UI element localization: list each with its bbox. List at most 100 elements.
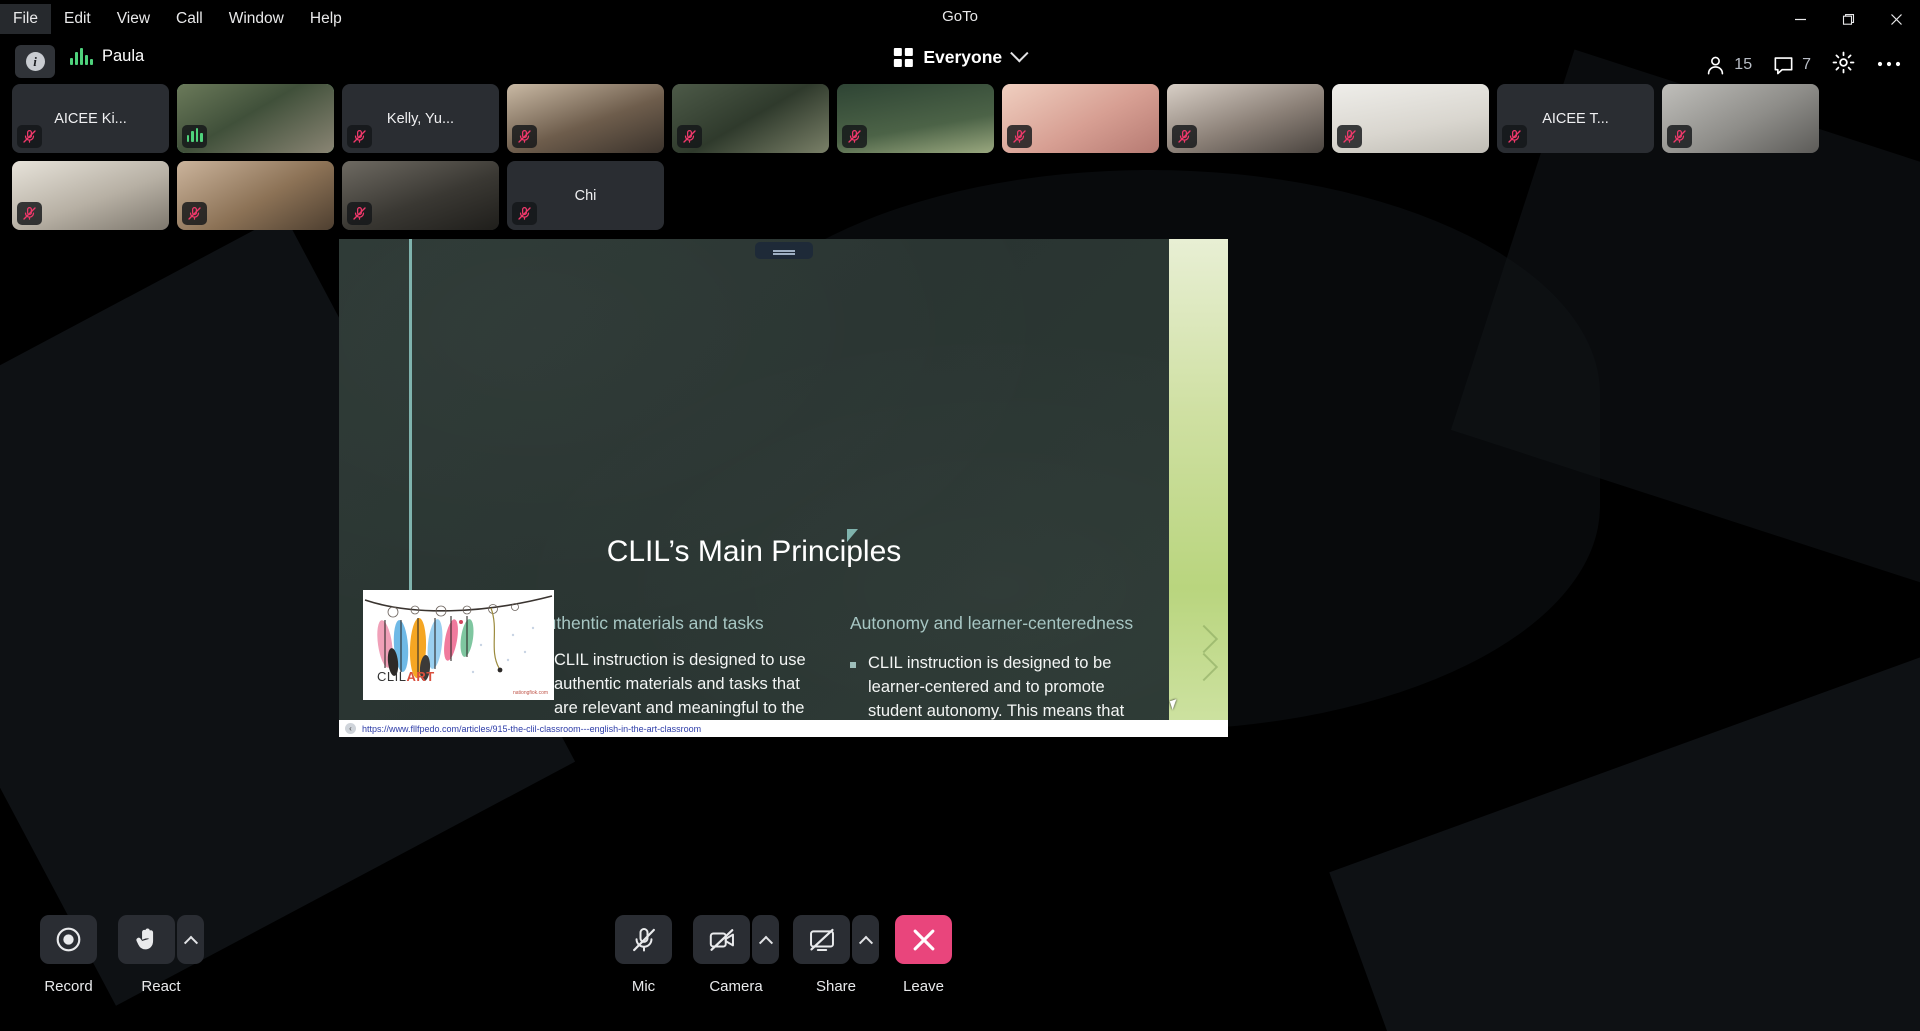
- menu-item-view[interactable]: View: [104, 4, 163, 34]
- mic-muted-badge: [1337, 125, 1362, 148]
- mic-muted-badge: [1007, 125, 1032, 148]
- close-button[interactable]: [1872, 0, 1920, 38]
- toolbar-right-actions: 15 7: [1704, 38, 1902, 92]
- share-control[interactable]: Share: [793, 915, 879, 995]
- record-icon: [56, 927, 81, 952]
- view-mode-selector[interactable]: Everyone: [893, 44, 1029, 68]
- minimize-button[interactable]: [1776, 0, 1824, 38]
- mic-off-icon: [353, 206, 366, 220]
- participant-thumbnail[interactable]: AICEE Ki...: [12, 84, 169, 153]
- menu-item-edit[interactable]: Edit: [51, 4, 104, 34]
- participant-thumbnail[interactable]: [507, 84, 664, 153]
- participant-strip[interactable]: AICEE Ki... Kelly, Yu... AICEE T... Chi: [0, 84, 1920, 230]
- menu-item-file[interactable]: File: [0, 4, 51, 34]
- gear-icon: [1832, 51, 1855, 74]
- chevron-up-icon: [183, 935, 198, 950]
- participant-thumbnail[interactable]: [1332, 84, 1489, 153]
- leave-control[interactable]: Leave: [895, 915, 952, 995]
- mic-off-icon: [518, 206, 531, 220]
- react-label: React: [141, 978, 181, 995]
- participant-thumbnail[interactable]: Chi: [507, 161, 664, 230]
- react-options-button[interactable]: [177, 915, 204, 964]
- mic-off-icon: [1013, 129, 1026, 143]
- shared-screen[interactable]: CLIL’s Main Principles Authentic materia…: [339, 239, 1228, 737]
- chevron-down-icon: [1010, 44, 1029, 63]
- camera-button[interactable]: [693, 915, 750, 964]
- menu-item-call[interactable]: Call: [163, 4, 216, 34]
- participant-thumbnail[interactable]: [342, 161, 499, 230]
- participant-thumbnail[interactable]: [837, 84, 994, 153]
- participant-thumbnail[interactable]: [1167, 84, 1324, 153]
- screen-share-drag-handle[interactable]: [754, 242, 813, 259]
- clil-art-image: nationgfiok.com CLILART: [363, 590, 554, 700]
- view-mode-label: Everyone: [923, 47, 1003, 67]
- mic-off-icon: [188, 206, 201, 220]
- camera-split-button[interactable]: [693, 915, 779, 964]
- mic-control[interactable]: Mic: [615, 915, 672, 995]
- close-icon: [1890, 13, 1902, 25]
- mic-off-icon: [848, 129, 861, 143]
- minimize-icon: [1794, 18, 1806, 20]
- mic-button[interactable]: [615, 915, 672, 964]
- grid-view-icon: [893, 48, 913, 67]
- mic-label: Mic: [631, 978, 656, 995]
- maximize-button[interactable]: [1824, 0, 1872, 38]
- share-button[interactable]: [793, 915, 850, 964]
- mic-muted-badge: [677, 125, 702, 148]
- react-split-button[interactable]: [118, 915, 204, 964]
- mic-muted-badge: [1172, 125, 1197, 148]
- participant-thumbnail[interactable]: [177, 161, 334, 230]
- menu-item-window[interactable]: Window: [216, 4, 297, 34]
- participant-thumbnail[interactable]: [1662, 84, 1819, 153]
- menu-bar: File Edit View Call Window Help GoTo: [0, 0, 1920, 38]
- participant-thumbnail[interactable]: [12, 161, 169, 230]
- record-button[interactable]: [40, 915, 97, 964]
- mic-off-icon: [1673, 129, 1686, 143]
- back-arrow-icon[interactable]: ‹: [345, 723, 356, 734]
- camera-options-button[interactable]: [752, 915, 779, 964]
- participant-thumbnail[interactable]: AICEE T...: [1497, 84, 1654, 153]
- slide-column-right: Autonomy and learner-centeredness CLIL i…: [850, 613, 1139, 737]
- share-split-button[interactable]: [793, 915, 879, 964]
- participant-thumbnail[interactable]: [1002, 84, 1159, 153]
- mic-muted-badge: [182, 202, 207, 225]
- meeting-info-button[interactable]: i: [15, 45, 55, 78]
- mic-muted-badge: [347, 125, 372, 148]
- participants-button[interactable]: 15: [1704, 54, 1752, 77]
- mic-off-icon: [1178, 129, 1191, 143]
- chevron-up-icon: [758, 935, 773, 950]
- participant-thumbnail[interactable]: [672, 84, 829, 153]
- screen-share-icon: [809, 928, 834, 951]
- mic-off-icon: [683, 129, 696, 143]
- mic-muted-badge: [1667, 125, 1692, 148]
- meeting-toolbar: i Paula Everyone 15 7: [0, 38, 1920, 92]
- mic-off-icon: [23, 129, 36, 143]
- chevron-decoration-icon: [1189, 624, 1219, 654]
- audio-level-icon: [70, 48, 93, 65]
- leave-label: Leave: [903, 978, 944, 995]
- close-x-icon: [913, 929, 934, 950]
- maximize-icon: [1842, 13, 1854, 25]
- camera-label: Camera: [709, 978, 763, 995]
- record-label: Record: [44, 978, 93, 995]
- settings-button[interactable]: [1831, 50, 1856, 80]
- person-icon: [1708, 56, 1724, 74]
- more-options-button[interactable]: [1876, 56, 1902, 74]
- presentation-slide: CLIL’s Main Principles Authentic materia…: [339, 239, 1228, 737]
- more-options-icon: [1877, 61, 1901, 67]
- mic-off-icon: [632, 927, 655, 951]
- menu-item-help[interactable]: Help: [297, 4, 355, 34]
- participant-thumbnail[interactable]: Kelly, Yu...: [342, 84, 499, 153]
- chat-button[interactable]: 7: [1772, 54, 1811, 77]
- record-control[interactable]: Record: [40, 915, 97, 995]
- leave-button[interactable]: [895, 915, 952, 964]
- react-button[interactable]: [118, 915, 175, 964]
- active-speaker-name: Paula: [102, 47, 145, 65]
- react-control[interactable]: React: [118, 915, 204, 995]
- image-site-text: nationgfiok.com: [513, 690, 548, 696]
- participant-thumbnail[interactable]: [177, 84, 334, 153]
- mic-muted-badge: [512, 125, 537, 148]
- slide-green-panel: [1169, 239, 1228, 737]
- share-options-button[interactable]: [852, 915, 879, 964]
- camera-control[interactable]: Camera: [693, 915, 779, 995]
